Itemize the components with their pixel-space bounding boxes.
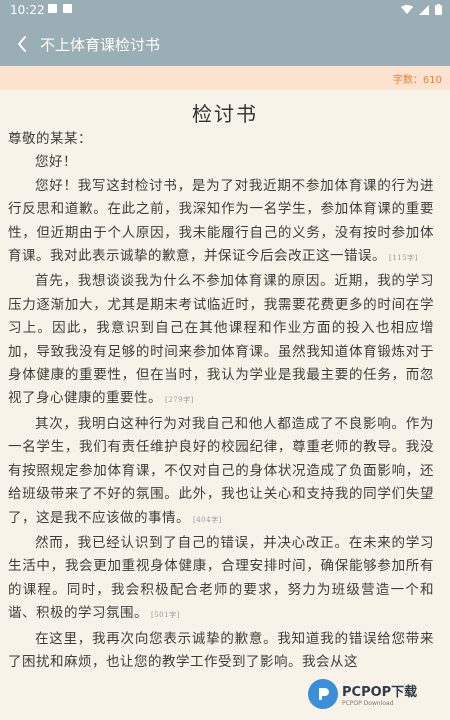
paragraph: 首先，我想谈谈我为什么不参加体育课的原因。近期，我的学习压力逐渐加大，尤其是期末… [8,270,434,412]
word-tag: [501字] [151,611,180,620]
notification-icons [48,4,72,13]
watermark-subtitle: PCPOP Download [342,700,394,707]
status-bar: 10:22 [0,0,450,22]
word-count-bar: 字数：610 [0,66,450,90]
pcpop-logo-icon [308,679,338,709]
paragraph-text: 您好！我写这封检讨书，是为了对我近期不参加体育课的行为进行反思和道歉。在此之前，… [8,177,434,265]
paragraph: 在这里，我再次向您表示诚挚的歉意。我知道我的错误给您带来了困扰和麻烦，也让您的教… [8,628,434,675]
paragraph-text: 在这里，我再次向您表示诚挚的歉意。我知道我的错误给您带来了困扰和麻烦，也让您的教… [8,630,434,670]
battery-icon [435,4,442,15]
app-notification-icon [63,4,72,13]
watermark-title: PCPOP下载 [342,685,418,700]
wifi-icon [401,4,413,14]
paragraph: 您好！我写这封检讨书，是为了对我近期不参加体育课的行为进行反思和道歉。在此之前，… [8,175,434,271]
paragraph-text: 然而，我已经认识到了自己的错误，并决心改正。在未来的学习生活中，我会更加重视身体… [8,534,434,622]
document-title: 检讨书 [192,102,258,126]
page-title: 不上体育课检讨书 [40,36,161,54]
document-body: 尊敬的某某： 您好！ 您好！我写这封检讨书，是为了对我近期不参加体育课的行为进行… [8,128,434,674]
signal-icon [419,4,429,15]
system-icons [401,4,442,15]
salutation: 尊敬的某某： [8,131,92,147]
back-arrow-icon [18,36,26,52]
site-watermark: PCPOP下载 PCPOP Download [308,674,448,714]
greeting: 您好！ [35,154,77,171]
word-tag: [115字] [389,254,418,263]
back-button[interactable] [10,32,34,56]
paragraph: 然而，我已经认识到了自己的错误，并决心改正。在未来的学习生活中，我会更加重视身体… [8,532,434,628]
paragraph-text: 首先，我想谈谈我为什么不参加体育课的原因。近期，我的学习压力逐渐加大，尤其是期末… [8,273,434,407]
paragraph-text: 其次，我明白这种行为对我自己和他人都造成了不良影响。作为一名学生，我们有责任维护… [8,415,434,526]
app-bar: 不上体育课检讨书 [0,22,450,66]
paragraph: 其次，我明白这种行为对我自己和他人都造成了不良影响。作为一名学生，我们有责任维护… [8,413,434,532]
word-tag: [279字] [165,396,194,405]
word-count: 字数：610 [392,75,442,86]
word-tag: [404字] [193,515,222,524]
status-time: 10:22 [10,3,45,17]
gallery-icon [48,4,57,13]
